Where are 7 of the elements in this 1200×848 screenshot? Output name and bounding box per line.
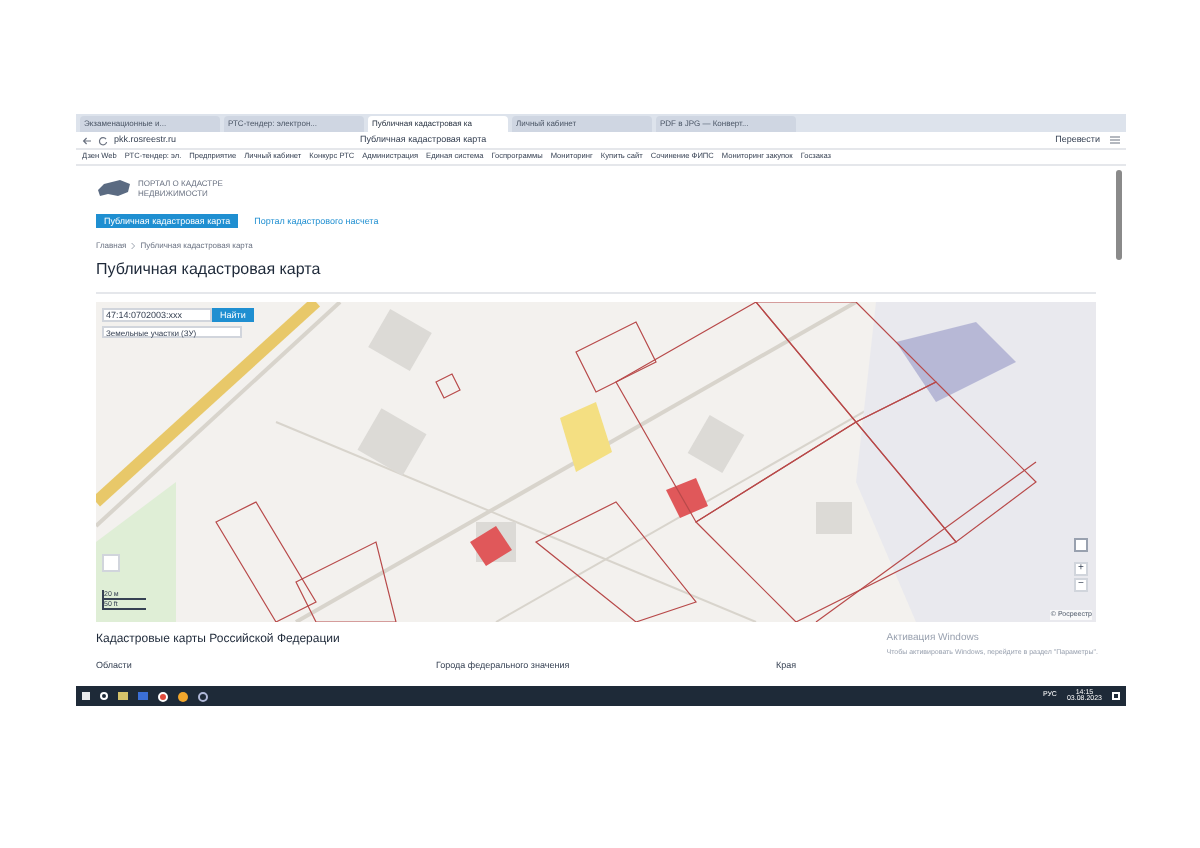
- fullscreen-button[interactable]: [1074, 538, 1088, 552]
- scrollbar-thumb[interactable]: [1116, 170, 1122, 260]
- reload-icon[interactable]: [98, 135, 108, 145]
- search-icon[interactable]: [100, 692, 108, 700]
- chevron-right-icon: [130, 242, 137, 250]
- page-heading: Публичная кадастровая карта: [96, 258, 323, 282]
- back-icon[interactable]: [82, 135, 92, 145]
